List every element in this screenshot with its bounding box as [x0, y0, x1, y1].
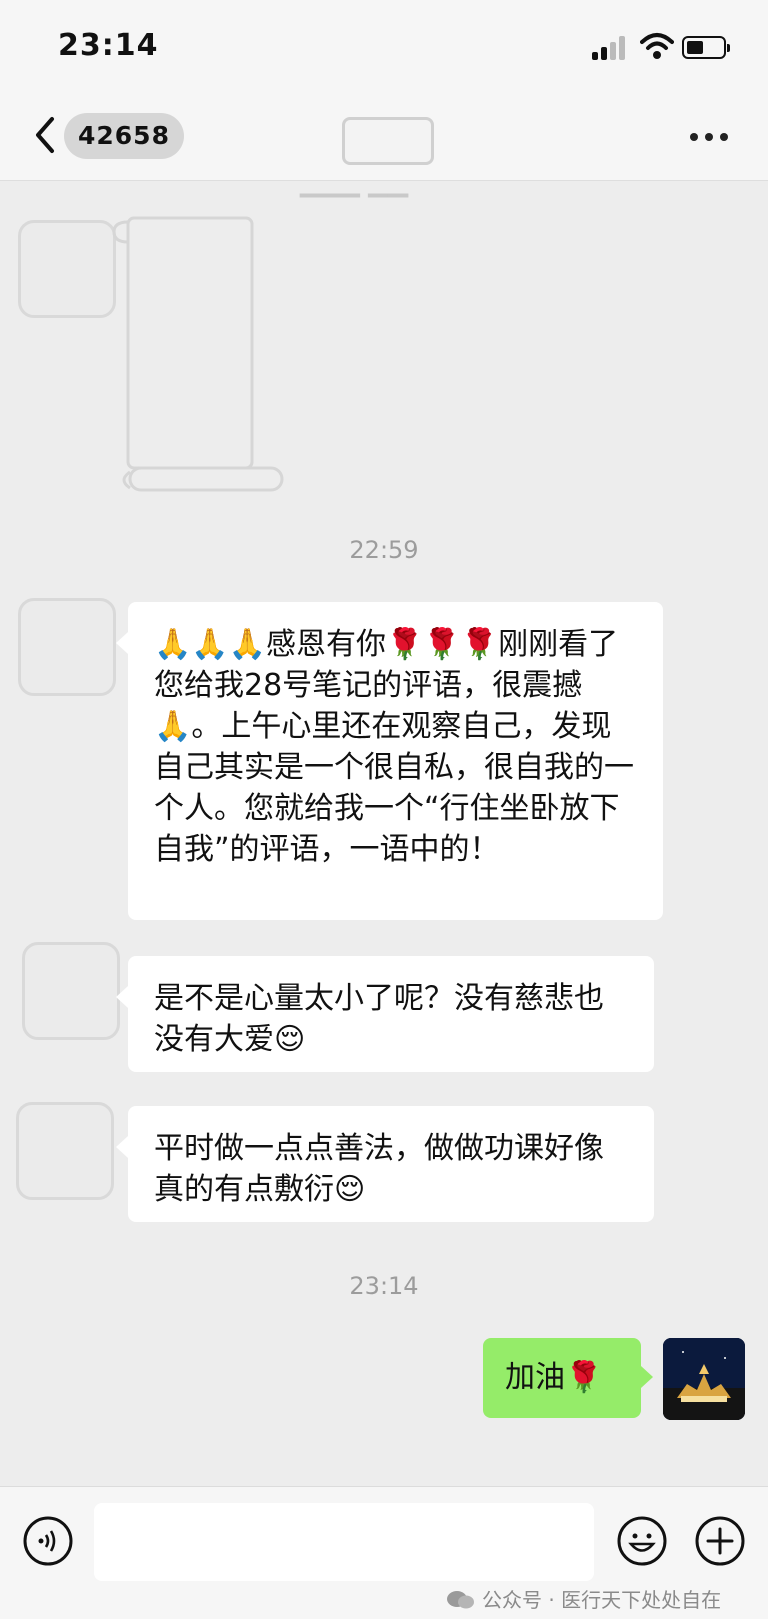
- message-bubble-received[interactable]: 平时做一点点善法，做做功课好像真的有点敷衍😌: [116, 1106, 654, 1222]
- my-avatar[interactable]: [663, 1338, 745, 1420]
- emoji-icon[interactable]: [616, 1515, 668, 1567]
- voice-icon[interactable]: [22, 1515, 74, 1567]
- temple-night-photo: [663, 1338, 745, 1420]
- contact-avatar[interactable]: [18, 220, 116, 318]
- watermark-text: 公众号 · 医行天下处处自在: [482, 1588, 722, 1612]
- contact-avatar[interactable]: [18, 598, 116, 696]
- wifi-icon: [640, 33, 674, 59]
- message-bubble-received[interactable]: 是不是心量太小了呢？没有慈悲也没有大爱😌: [116, 956, 654, 1072]
- back-icon[interactable]: [30, 115, 60, 155]
- wechat-icon: [447, 1591, 474, 1609]
- input-bar: 公众号 · 医行天下处处自在: [0, 1486, 768, 1619]
- chat-id-pill[interactable]: 42658: [64, 113, 184, 159]
- battery-icon: [682, 36, 730, 59]
- timestamp: 22:59: [349, 536, 419, 564]
- status-time: 23:14: [58, 28, 159, 63]
- timestamp: 23:14: [349, 1272, 419, 1300]
- cellular-signal-icon: [592, 36, 628, 60]
- contact-avatar[interactable]: [16, 1102, 114, 1200]
- message-bubble-received[interactable]: 🙏🙏🙏感恩有你🌹🌹🌹刚刚看了您给我28号笔记的评语，很震撼🙏。上午心里还在观察自…: [116, 602, 663, 920]
- contact-avatar[interactable]: [22, 942, 120, 1040]
- scroll-image-message[interactable]: [108, 212, 288, 494]
- message-bubble-sent[interactable]: 加油🌹: [483, 1338, 653, 1418]
- message-list[interactable]: ▁▁▁ ▁▁ 22:59 🙏🙏🙏感恩有你🌹🌹🌹刚刚看了您给我28号笔记的评语，很…: [0, 182, 768, 1486]
- chat-header: 42658: [0, 95, 768, 181]
- more-icon[interactable]: [690, 133, 734, 143]
- chat-title-placeholder: [342, 117, 434, 165]
- plus-icon[interactable]: [694, 1515, 746, 1567]
- message-input[interactable]: [94, 1503, 594, 1581]
- watermark: 公众号 · 医行天下处处自在: [446, 1584, 721, 1613]
- faded-timestamp: ▁▁▁ ▁▁: [300, 182, 409, 198]
- status-bar: 23:14: [0, 0, 768, 95]
